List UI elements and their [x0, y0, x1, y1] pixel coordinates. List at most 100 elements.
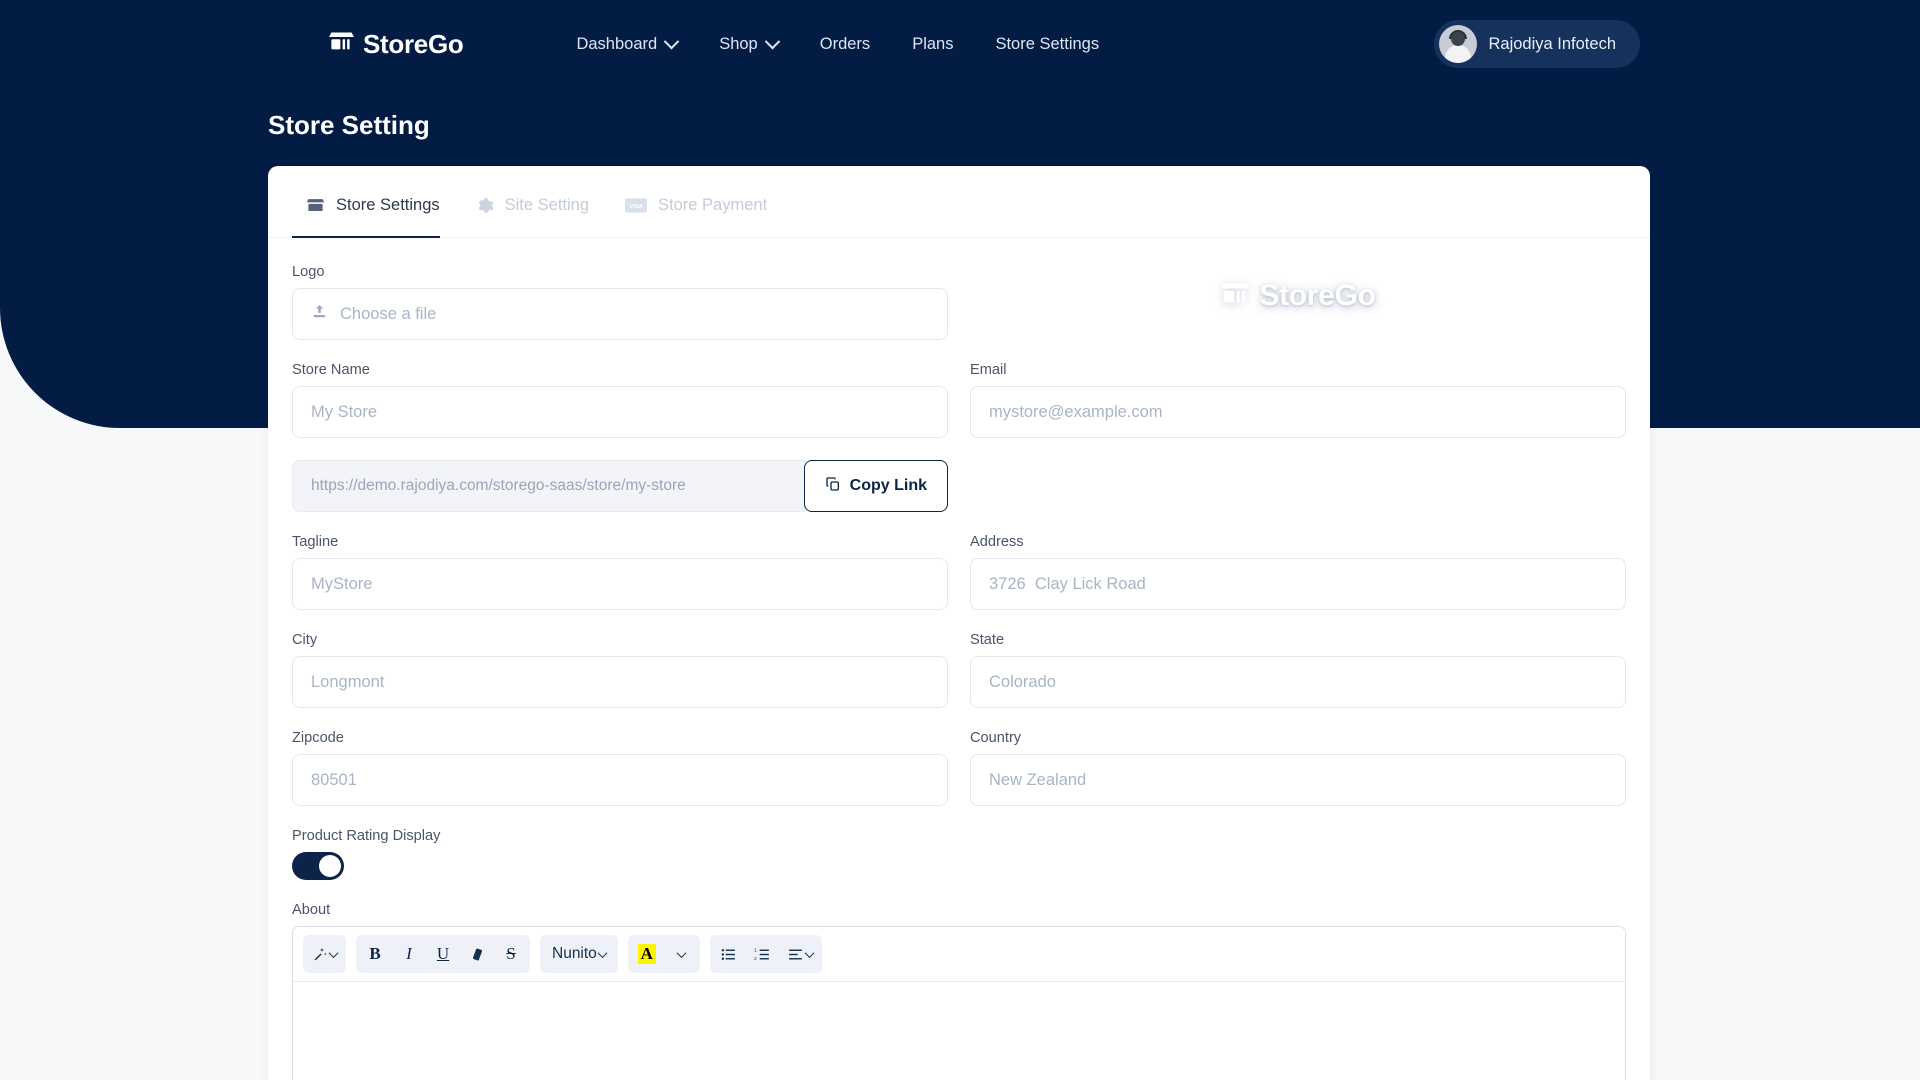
address-input[interactable] — [970, 558, 1626, 610]
nav-link-label: Shop — [719, 34, 758, 53]
city-input[interactable] — [292, 656, 948, 708]
tab-label: Store Payment — [658, 196, 768, 214]
align-left-icon[interactable] — [780, 937, 820, 971]
chevron-down-icon — [764, 33, 781, 49]
toolbar-group-lists: 1 2 — [709, 935, 822, 973]
strikethrough-icon[interactable]: S — [494, 937, 528, 971]
settings-tabs: Store Settings Site Setting VISA Store P… — [268, 166, 1650, 238]
chevron-down-icon — [597, 947, 608, 958]
zipcode-field: Zipcode — [292, 730, 948, 806]
country-label: Country — [970, 730, 1022, 746]
top-navigation-bar: StoreGo Dashboard Shop Orders Plans Stor… — [0, 0, 1920, 88]
store-name-field: Store Name — [292, 362, 948, 438]
copy-link-button[interactable]: Copy Link — [803, 460, 948, 512]
storefront-icon — [1220, 278, 1251, 314]
store-name-email-row: Store Name Email — [292, 362, 1626, 438]
chevron-down-icon — [804, 947, 815, 958]
tagline-label: Tagline — [292, 534, 339, 550]
logo-file-placeholder: Choose a file — [340, 304, 437, 323]
nav-link-dashboard[interactable]: Dashboard — [555, 25, 698, 64]
profile-menu[interactable]: Rajodiya Infotech — [1433, 20, 1640, 68]
tab-store-settings[interactable]: Store Settings — [292, 166, 462, 238]
store-settings-form: Logo Choose a file StoreGo Store Name My… — [268, 238, 1650, 1080]
city-field: City — [292, 632, 948, 708]
state-input[interactable] — [970, 656, 1626, 708]
italic-label: I — [406, 944, 412, 963]
underline-icon[interactable]: U — [426, 937, 460, 971]
store-settings-card: Store Settings Site Setting VISA Store P… — [268, 166, 1650, 1080]
store-url-row: Copy Link — [292, 460, 948, 512]
zipcode-label: Zipcode — [292, 730, 344, 746]
address-label: Address — [970, 534, 1024, 550]
product-rating-field: Product Rating Display — [292, 828, 1626, 880]
tagline-field: Tagline — [292, 534, 948, 610]
chevron-down-icon — [663, 33, 680, 49]
state-label: State — [970, 632, 1005, 648]
product-rating-toggle[interactable] — [292, 852, 344, 880]
zipcode-input[interactable] — [292, 754, 948, 806]
magic-wand-icon[interactable] — [305, 937, 344, 971]
upload-icon — [311, 303, 328, 325]
nav-link-label: Store Settings — [995, 34, 1100, 53]
country-input[interactable] — [970, 754, 1626, 806]
svg-text:1: 1 — [754, 947, 757, 953]
about-label: About — [292, 902, 331, 918]
eraser-icon[interactable] — [460, 937, 494, 971]
brand-name: StoreGo — [363, 28, 464, 59]
tab-store-payment[interactable]: VISA Store Payment — [611, 166, 789, 237]
bold-icon[interactable]: B — [358, 937, 392, 971]
tagline-input[interactable] — [292, 558, 948, 610]
logo-field: Logo Choose a file — [292, 264, 948, 340]
chevron-down-icon — [328, 947, 339, 958]
tab-label: Store Settings — [336, 196, 440, 214]
logo-row: Logo Choose a file StoreGo — [292, 264, 1626, 340]
editor-toolbar: B I U S Nunito A 1 2 — [293, 927, 1625, 982]
city-label: City — [292, 632, 318, 648]
product-rating-label: Product Rating Display — [292, 828, 441, 844]
highlight-label: A — [637, 944, 656, 964]
logo-preview-text: StoreGo — [1259, 279, 1376, 312]
nav-link-label: Orders — [819, 34, 871, 53]
numbered-list-icon[interactable]: 1 2 — [746, 937, 780, 971]
visa-card-icon: VISA — [625, 198, 648, 213]
state-field: State — [970, 632, 1626, 708]
font-family-dropdown[interactable]: Nunito — [542, 937, 616, 971]
nav-link-label: Plans — [912, 34, 954, 53]
italic-icon[interactable]: I — [392, 937, 426, 971]
nav-link-store-settings[interactable]: Store Settings — [974, 25, 1120, 64]
bold-label: B — [369, 944, 381, 963]
toolbar-group-style — [303, 935, 346, 973]
storefront-icon — [328, 28, 355, 60]
bullet-list-icon[interactable] — [712, 937, 746, 971]
toggle-knob — [319, 855, 341, 877]
store-name-input[interactable] — [292, 386, 948, 438]
text-highlight-icon[interactable]: A — [630, 937, 664, 971]
email-field: Email — [970, 362, 1626, 438]
logo-preview: StoreGo — [1220, 278, 1376, 314]
toolbar-group-format: B I U S — [356, 935, 530, 973]
nav-link-shop[interactable]: Shop — [698, 25, 799, 64]
toolbar-group-highlight: A — [627, 935, 700, 973]
logo-label: Logo — [292, 264, 325, 280]
tagline-address-row: Tagline Address — [292, 534, 1626, 610]
country-field: Country — [970, 730, 1626, 806]
address-field: Address — [970, 534, 1626, 610]
tab-site-setting[interactable]: Site Setting — [462, 166, 611, 237]
nav-link-orders[interactable]: Orders — [799, 25, 891, 64]
tab-label: Site Setting — [504, 196, 590, 214]
nav-link-label: Dashboard — [576, 34, 658, 53]
about-rich-text-editor: B I U S Nunito A 1 2 — [292, 926, 1626, 1080]
storefront-icon — [306, 196, 325, 215]
about-editor-content[interactable] — [293, 982, 1625, 1080]
highlight-color-dropdown[interactable] — [664, 937, 698, 971]
svg-text:2: 2 — [754, 956, 757, 962]
copy-link-label: Copy Link — [849, 477, 927, 494]
city-state-row: City State — [292, 632, 1626, 708]
store-url-input[interactable] — [292, 460, 806, 512]
logo-file-input[interactable]: Choose a file — [292, 288, 948, 340]
brand-logo[interactable]: StoreGo — [328, 28, 464, 60]
email-input[interactable] — [970, 386, 1626, 438]
logo-preview-wrap: StoreGo — [970, 264, 1626, 314]
about-field: About B I U S Nunito A 1 2 — [292, 902, 1626, 1080]
nav-link-plans[interactable]: Plans — [891, 25, 974, 64]
